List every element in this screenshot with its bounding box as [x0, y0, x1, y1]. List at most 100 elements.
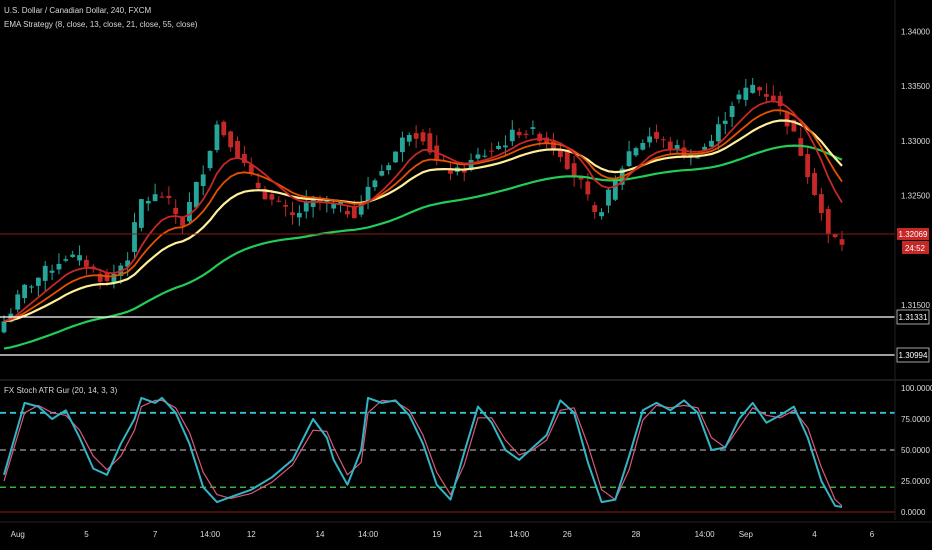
candle-body	[743, 87, 749, 100]
candle-body	[839, 239, 845, 245]
candle-body	[269, 194, 275, 200]
time-tick-label: 21	[473, 530, 482, 539]
level-label-upper: 1.31331	[899, 313, 928, 322]
candle-body	[592, 205, 598, 212]
candle-body	[379, 171, 385, 176]
candle-body	[296, 212, 302, 218]
time-tick-label: 5	[84, 530, 89, 539]
candle-body	[406, 135, 412, 142]
candle-body	[523, 133, 529, 136]
candle-body	[386, 165, 392, 171]
last-price-label: 1.32069	[899, 230, 928, 239]
candle-body	[166, 195, 172, 199]
time-tick-label: 14:00	[695, 530, 716, 539]
time-tick-label: 6	[870, 530, 875, 539]
chart-canvas[interactable]: EMA 55EMA 21EMA 13EMA 8 %D%K 1.340001.33…	[0, 0, 932, 550]
oscillator-tick-label: 50.0000	[901, 446, 930, 455]
candle-body	[599, 212, 604, 217]
candle-body	[509, 129, 515, 142]
candle-body	[56, 263, 62, 270]
candle-body	[633, 148, 639, 156]
candle-body	[77, 255, 82, 261]
candle-body	[606, 189, 611, 206]
candle-body	[516, 131, 522, 136]
price-tick-label: 1.33000	[901, 137, 930, 146]
candle-body	[29, 286, 34, 288]
candle-body	[180, 217, 185, 226]
candle-body	[193, 182, 199, 208]
candle-body	[235, 140, 240, 159]
candle-body	[564, 150, 570, 170]
candle-body	[709, 140, 714, 147]
candle-body	[152, 194, 158, 202]
indicator-legend: EMA Strategy (8, close, 13, close, 21, c…	[4, 20, 198, 29]
candle-body	[290, 212, 295, 216]
candle-body	[818, 194, 824, 214]
candle-body	[537, 133, 543, 142]
candle-body	[736, 94, 742, 100]
candle-body	[654, 131, 659, 139]
candle-body	[159, 196, 165, 198]
candle-body	[729, 106, 735, 117]
price-tick-label: 1.33500	[901, 82, 930, 91]
oscillator-tick-label: 100.0000	[901, 384, 932, 393]
candle-body	[764, 94, 769, 97]
candle-body	[413, 133, 419, 139]
candle-body	[482, 155, 488, 157]
time-tick-label: 12	[247, 530, 256, 539]
time-tick-label: 4	[812, 530, 817, 539]
candle-body	[228, 131, 234, 148]
chart-title: U.S. Dollar / Canadian Dollar, 240, FXCM	[4, 6, 152, 15]
time-tick-label: 14:00	[200, 530, 221, 539]
candle-body	[750, 84, 756, 93]
candle-body	[393, 151, 398, 163]
candle-body	[784, 112, 790, 127]
candle-body	[530, 127, 536, 129]
candle-body	[832, 234, 838, 238]
candle-body	[84, 259, 89, 267]
candle-body	[496, 145, 501, 149]
time-tick-label: 14:00	[358, 530, 379, 539]
candle-body	[557, 150, 563, 158]
candle-body	[640, 143, 646, 150]
candle-body	[283, 204, 289, 207]
price-tick-label: 1.31500	[901, 301, 930, 310]
time-tick-label: 14:00	[509, 530, 530, 539]
candle-body	[399, 137, 405, 153]
level-label-lower: 1.30994	[899, 351, 928, 360]
candle-body	[42, 265, 48, 281]
candle-body	[187, 201, 192, 222]
price-tick-label: 1.32500	[901, 191, 930, 200]
oscillator-tick-label: 25.0000	[901, 477, 930, 486]
time-tick-label: Aug	[11, 530, 25, 539]
candle-body	[145, 200, 151, 204]
candle-body	[255, 182, 261, 189]
candle-body	[22, 284, 28, 299]
candle-body	[757, 87, 762, 91]
candle-body	[571, 163, 577, 177]
candle-body	[345, 210, 350, 215]
candle-body	[1, 321, 7, 333]
candle-body	[49, 270, 55, 273]
candle-body	[805, 154, 811, 178]
candle-body	[214, 124, 220, 151]
time-tick-label: 26	[563, 530, 572, 539]
candle-body	[715, 124, 721, 142]
candle-body	[626, 151, 632, 167]
candle-body	[661, 139, 666, 141]
candle-body	[812, 173, 817, 196]
candle-body	[475, 154, 481, 159]
oscillator-tick-label: 75.0000	[901, 415, 930, 424]
candle-body	[372, 180, 378, 188]
candle-body	[770, 95, 776, 101]
candle-body	[420, 132, 426, 142]
candle-body	[138, 199, 144, 228]
time-tick-label: 28	[631, 530, 640, 539]
candle-body	[585, 181, 591, 195]
candle-body	[695, 157, 701, 159]
candle-body	[667, 141, 673, 150]
candle-body	[647, 136, 653, 143]
candle-body	[825, 209, 831, 234]
countdown-label: 24:52	[905, 244, 926, 253]
candle-body	[132, 222, 137, 252]
